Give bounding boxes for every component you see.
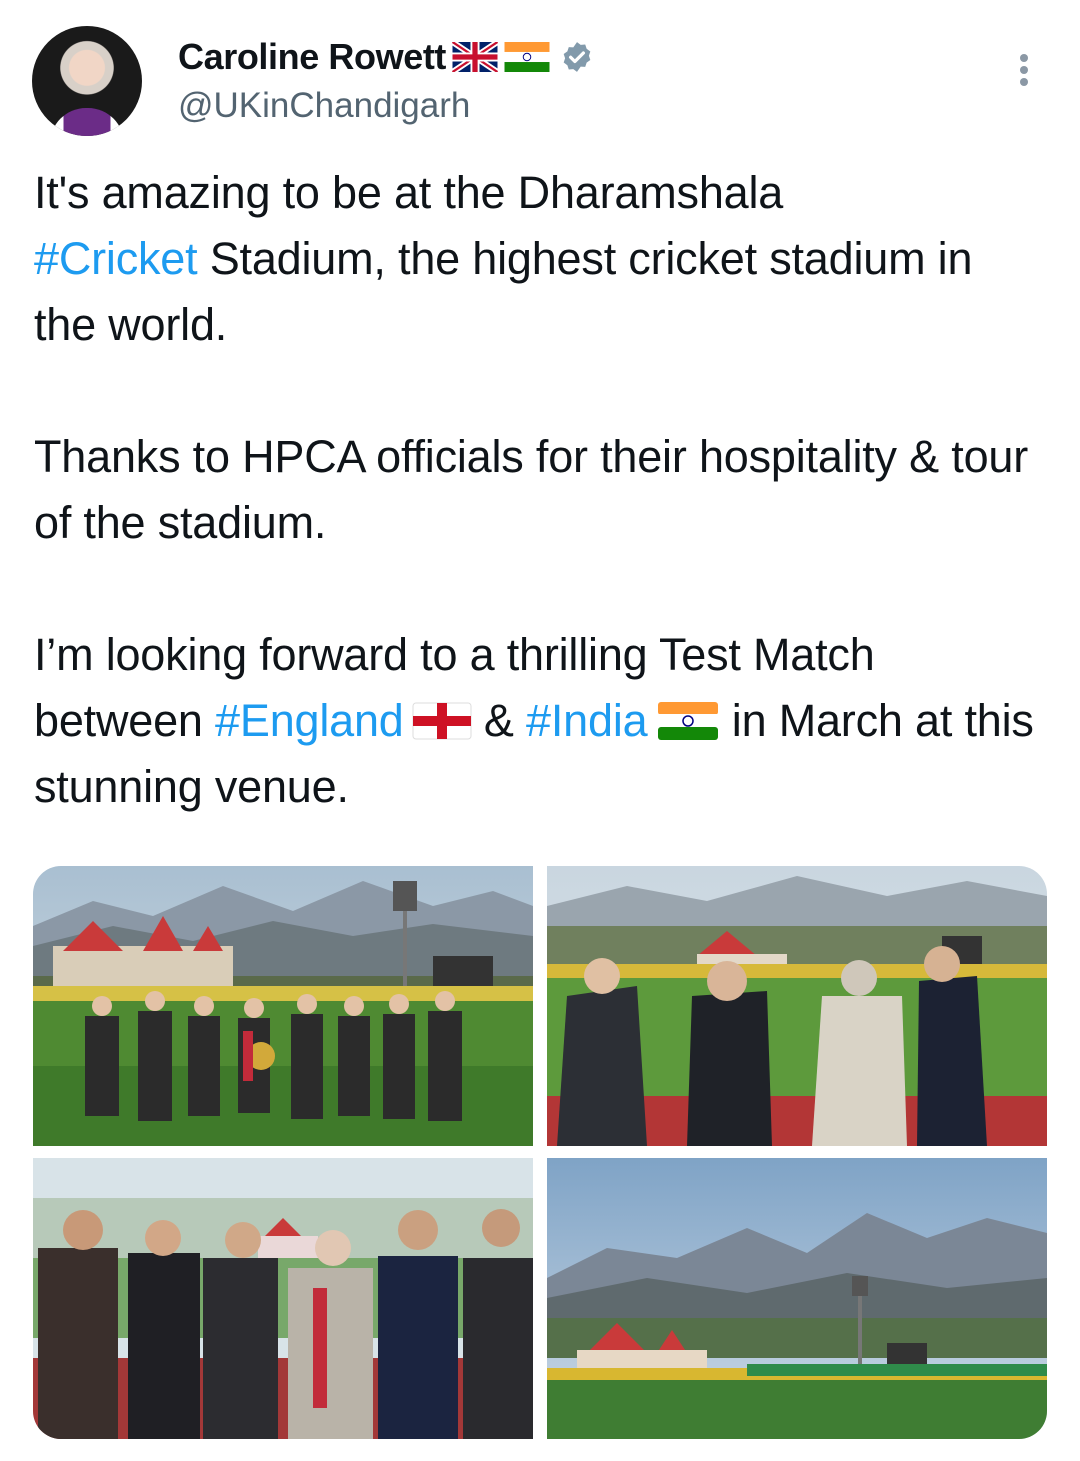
author-name[interactable]: Caroline Rowett <box>178 36 446 78</box>
uk-flag-icon <box>452 42 499 72</box>
india-flag-emoji-icon <box>658 702 719 740</box>
tweet-photo-4[interactable] <box>547 1158 1047 1439</box>
photo-group-in-stands <box>33 1158 533 1439</box>
author-avatar[interactable] <box>32 26 142 136</box>
tweet-photo-1[interactable] <box>33 866 533 1146</box>
tweet-paragraph-2: Thanks to HPCA officials for their hospi… <box>34 431 1029 548</box>
photo-stadium-mountains <box>547 1158 1047 1439</box>
author-name-row: Caroline Rowett <box>178 35 594 79</box>
tweet-text-segment: & <box>471 695 527 746</box>
author-handle[interactable]: @UKinChandigarh <box>178 86 470 126</box>
tweet-paragraph-1: It's amazing to be at the Dharamshala #Cr… <box>34 160 1044 358</box>
more-options-button[interactable] <box>1010 50 1038 90</box>
tweet-paragraph-3: I’m looking forward to a thrilling Test … <box>34 622 1044 820</box>
tweet-photo-2[interactable] <box>547 866 1047 1146</box>
hashtag-india-link[interactable]: #India <box>526 695 648 746</box>
verified-badge-icon <box>563 42 591 72</box>
tweet-header: Caroline Rowett @UKinChandigarh <box>0 0 1080 140</box>
hashtag-cricket-link[interactable]: #Cricket <box>34 233 198 284</box>
tweet-media-grid <box>33 866 1047 1439</box>
tweet-text-segment: It's amazing to be at the Dharamshala <box>34 167 784 218</box>
hashtag-england-link[interactable]: #England <box>215 695 404 746</box>
england-flag-icon <box>412 702 472 740</box>
tweet-photo-3[interactable] <box>33 1158 533 1439</box>
tweet-text: It's amazing to be at the Dharamshala #Cr… <box>34 160 1044 820</box>
photo-group-on-field <box>33 866 533 1146</box>
photo-viewing-stadium <box>547 866 1047 1146</box>
india-flag-icon <box>504 42 550 72</box>
